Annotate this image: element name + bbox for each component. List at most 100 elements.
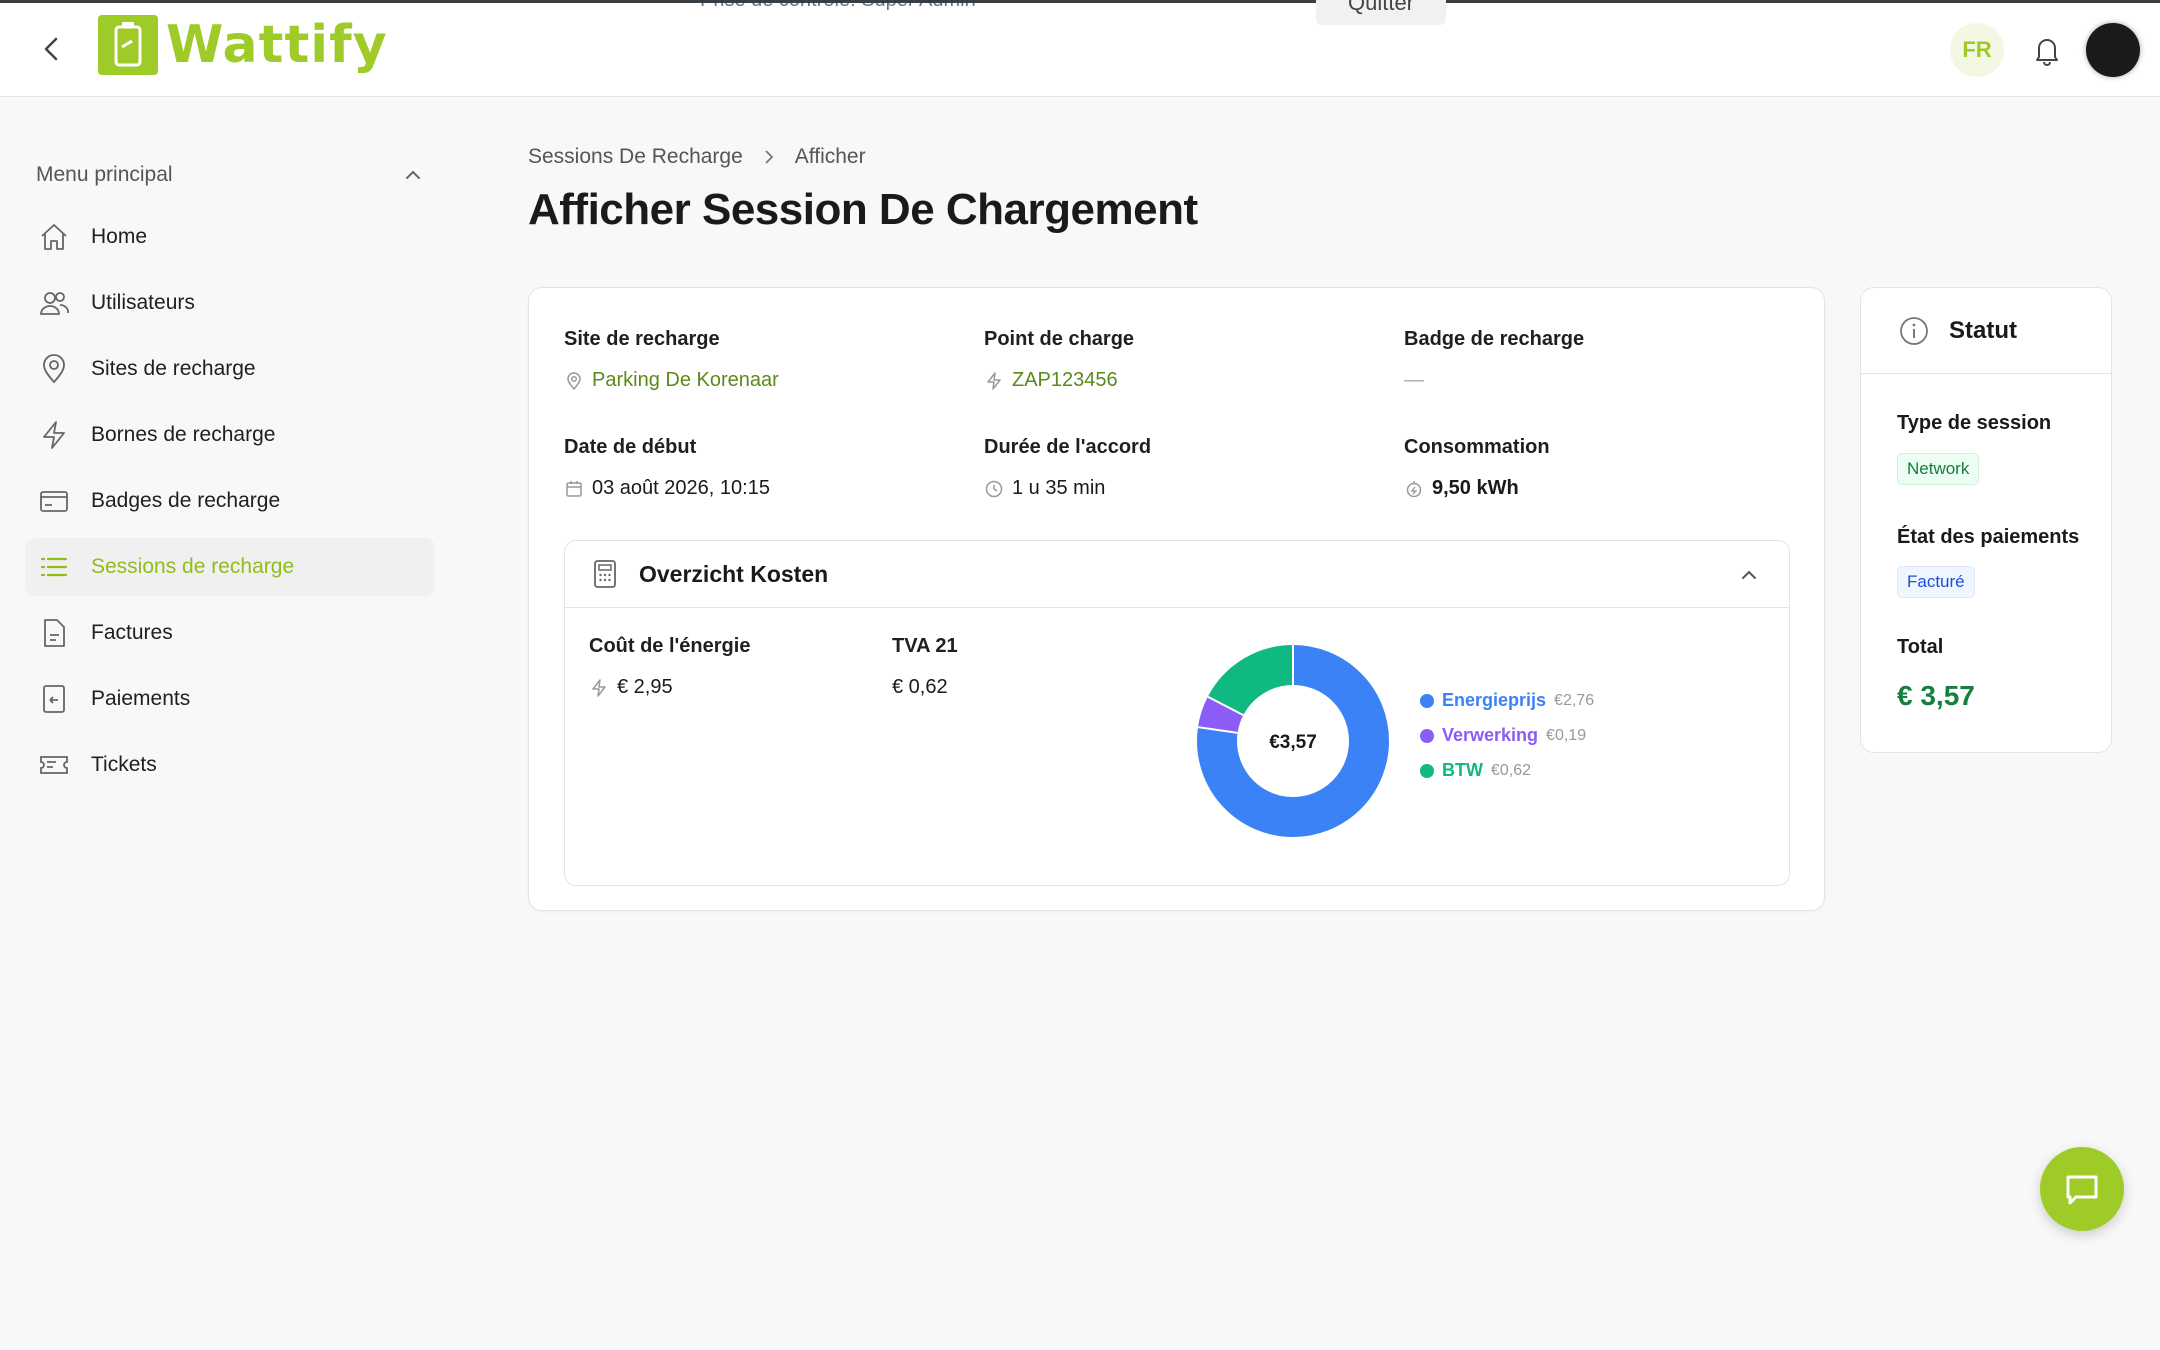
quit-impersonation-button[interactable]: Quitter: [1316, 0, 1446, 25]
cost-overview-title: Overzicht Kosten: [639, 560, 829, 587]
info-icon: [1900, 316, 1928, 345]
user-avatar[interactable]: [2086, 23, 2140, 77]
ticket-icon: [37, 748, 71, 782]
breadcrumb-parent[interactable]: Sessions De Recharge: [528, 145, 743, 169]
session-details-card: Site de recharge Parking De Korenaar Poi…: [528, 287, 1825, 911]
sidebar-item-sessions[interactable]: Sessions de recharge: [25, 538, 435, 596]
language-selector[interactable]: FR: [1950, 23, 2004, 77]
document-icon: [37, 616, 71, 650]
badge-value: —: [1404, 369, 1424, 391]
consumption-row: 9,50 kWh: [1404, 477, 1550, 500]
home-icon: [37, 220, 71, 254]
legend-value: €0,19: [1546, 726, 1587, 744]
legend-value: €0,62: [1490, 761, 1532, 779]
consumption-label: Consommation: [1404, 436, 1550, 458]
legend-name: Energieprijs: [1442, 690, 1547, 710]
location-pin-icon: [37, 352, 71, 386]
status-header: Statut: [1861, 288, 2111, 374]
energy-cost-field: Coût de l'énergie € 2,95: [589, 635, 750, 699]
site-field: Site de recharge Parking De Korenaar: [564, 328, 779, 392]
breadcrumb: Sessions De Recharge Afficher: [528, 145, 866, 169]
duration-field: Durée de l'accord 1 u 35 min: [984, 436, 1151, 500]
chevron-up-icon: [406, 170, 420, 179]
total-label: Total: [1897, 636, 1944, 658]
menu-title: Menu principal: [36, 163, 173, 186]
sidebar-item-label: Home: [91, 225, 148, 248]
chat-button[interactable]: [2040, 1147, 2124, 1231]
energy-cost-label: Coût de l'énergie: [589, 635, 751, 657]
impersonation-text: Prise de contrôle: Super Admin: [700, 0, 976, 12]
notification-bell-icon[interactable]: [2030, 33, 2064, 67]
menu-header[interactable]: Menu principal: [25, 150, 435, 200]
top-bar: Prise de contrôle: Super Admin Quitter W…: [0, 0, 2160, 97]
tva-label: TVA 21: [892, 635, 958, 657]
legend-value: €2,76: [1554, 691, 1595, 709]
back-arrow-icon[interactable]: [36, 33, 68, 65]
consumption-value: 9,50 kWh: [1432, 477, 1519, 499]
sidebar-item-label: Factures: [91, 621, 173, 644]
sidebar: Menu principal Home Utilisateurs Sites d…: [25, 150, 435, 794]
sidebar-item-label: Sessions de recharge: [91, 555, 295, 578]
site-label: Site de recharge: [564, 328, 720, 350]
clock-icon: [985, 480, 1003, 497]
list-icon: [37, 550, 71, 584]
sidebar-item-label: Utilisateurs: [91, 291, 195, 314]
sidebar-item-label: Tickets: [91, 753, 157, 776]
legend-item-energy[interactable]: Energieprijs €2,76: [1420, 690, 1594, 711]
lightning-icon: [987, 371, 1001, 390]
chevron-up-icon[interactable]: [1739, 565, 1759, 585]
duration-label: Durée de l'accord: [984, 436, 1152, 458]
payment-status-label: État des paiements: [1897, 526, 2080, 548]
calendar-icon: [566, 480, 582, 497]
lightning-icon: [592, 678, 606, 697]
charge-point-field: Point de charge ZAP123456: [984, 328, 1134, 392]
legend-name: BTW: [1442, 760, 1483, 780]
badge-label: Badge de recharge: [1404, 328, 1585, 350]
sidebar-item-label: Paiements: [91, 687, 191, 710]
status-card: Statut Type de session Network État des …: [1860, 287, 2112, 753]
cost-donut-chart: €3,57: [1197, 645, 1389, 837]
start-date-row: 03 août 2026, 10:15: [564, 477, 770, 500]
page-title: Afficher Session De Chargement: [528, 185, 1198, 234]
start-date-field: Date de début 03 août 2026, 10:15: [564, 436, 770, 500]
sidebar-item-payments[interactable]: Paiements: [25, 670, 435, 728]
consumption-field: Consommation 9,50 kWh: [1404, 436, 1550, 500]
battery-logo-icon: [98, 15, 158, 75]
sidebar-item-sites[interactable]: Sites de recharge: [25, 340, 435, 398]
legend-name: Verwerking: [1442, 725, 1539, 745]
legend-item-vat[interactable]: BTW €0,62: [1420, 760, 1594, 781]
session-type-label: Type de session: [1897, 412, 2052, 434]
sidebar-item-badges[interactable]: Badges de recharge: [25, 472, 435, 530]
chat-bubble-icon: [2066, 1175, 2098, 1205]
breadcrumb-current: Afficher: [794, 145, 866, 168]
lightning-icon: [37, 418, 71, 452]
users-icon: [37, 286, 71, 320]
location-pin-icon: [567, 371, 581, 390]
duration-value: 1 u 35 min: [1012, 477, 1106, 499]
duration-row: 1 u 35 min: [984, 477, 1151, 500]
start-date-label: Date de début: [564, 436, 697, 458]
charge-point-value-row[interactable]: ZAP123456: [984, 369, 1134, 392]
sidebar-item-label: Badges de recharge: [91, 489, 281, 512]
cost-overview-header[interactable]: Overzicht Kosten: [565, 541, 1789, 608]
sidebar-item-chargers[interactable]: Bornes de recharge: [25, 406, 435, 464]
tva-field: TVA 21 € 0,62: [892, 635, 958, 699]
tva-value: € 0,62: [892, 676, 948, 698]
legend-dot: [1420, 728, 1434, 743]
site-value-row[interactable]: Parking De Korenaar: [564, 369, 779, 392]
legend-item-processing[interactable]: Verwerking €0,19: [1420, 725, 1594, 746]
calculator-icon: [594, 560, 616, 588]
charge-point-value: ZAP123456: [1012, 369, 1118, 391]
status-title: Statut: [1949, 316, 2017, 344]
total-value: € 3,57: [1897, 680, 1975, 711]
start-date-value: 03 août 2026, 10:15: [592, 477, 770, 499]
card-icon: [37, 484, 71, 518]
sidebar-item-invoices[interactable]: Factures: [25, 604, 435, 662]
receipt-icon: [37, 682, 71, 716]
brand-logo[interactable]: Wattify: [98, 15, 388, 75]
sidebar-item-tickets[interactable]: Tickets: [25, 736, 435, 794]
sidebar-item-label: Bornes de recharge: [91, 423, 276, 446]
sidebar-item-users[interactable]: Utilisateurs: [25, 274, 435, 332]
sidebar-item-home[interactable]: Home: [25, 208, 435, 266]
site-value: Parking De Korenaar: [592, 369, 779, 391]
